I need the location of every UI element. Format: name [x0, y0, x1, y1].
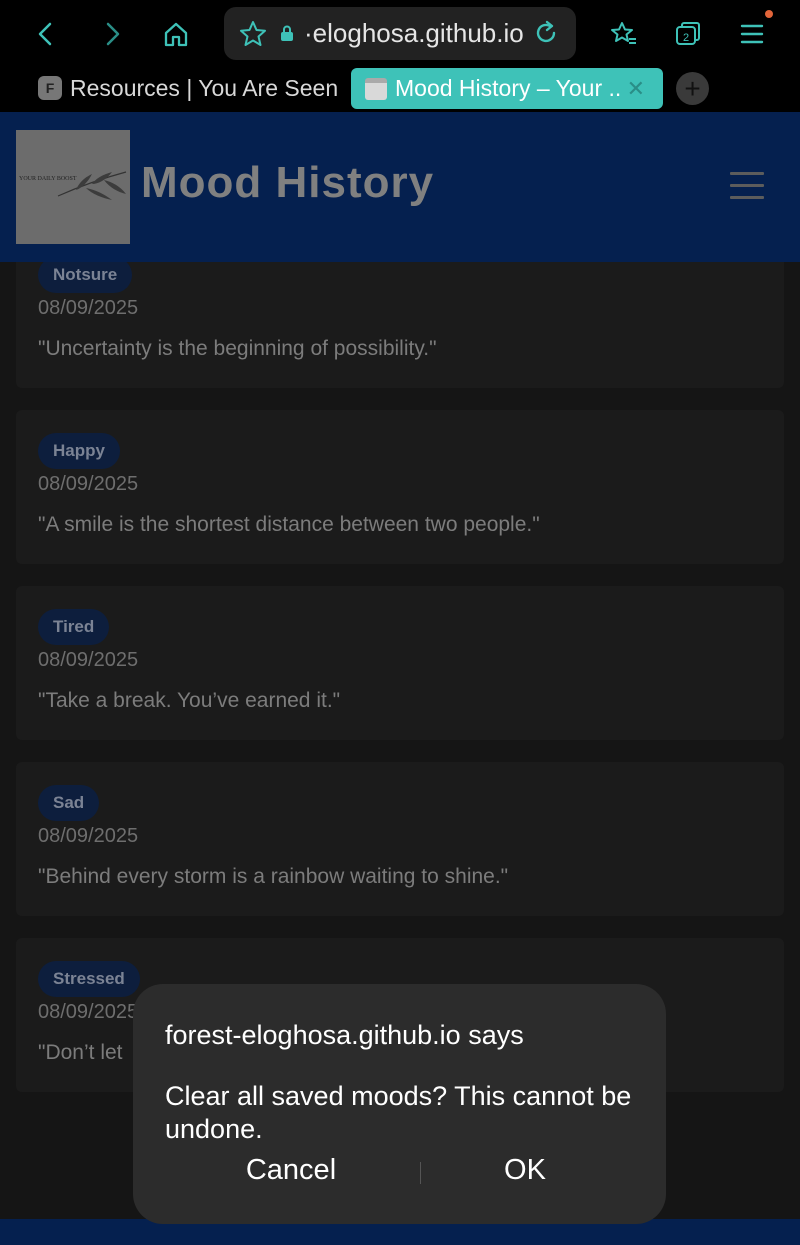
leaf-icon — [57, 171, 127, 200]
mood-card: Sad 08/09/2025 "Behind every storm is a … — [16, 762, 784, 916]
mood-badge: Happy — [38, 433, 120, 469]
button-divider — [420, 1162, 421, 1184]
mood-quote: "Uncertainty is the beginning of possibi… — [38, 337, 437, 360]
dialog-title: forest-eloghosa.github.io says — [165, 1020, 524, 1050]
mood-date: 08/09/2025 — [38, 297, 139, 319]
close-icon[interactable]: ✕ — [627, 76, 645, 102]
mood-badge: Sad — [38, 785, 100, 821]
cancel-button[interactable]: Cancel — [191, 1154, 391, 1187]
tab-label: Resources | You Are Seen — [70, 74, 339, 101]
mood-date: 08/09/2025 — [38, 825, 139, 847]
chevron-left-icon — [38, 22, 52, 46]
site-logo[interactable]: YOUR DAILY BOOST — [16, 130, 130, 244]
home-icon — [164, 22, 188, 47]
mood-date: 08/09/2025 — [38, 649, 139, 671]
url-text[interactable]: ·eloghosa.github.io — [304, 18, 532, 49]
home-button[interactable] — [156, 14, 196, 54]
lock-icon — [281, 25, 293, 41]
dialog-message: Clear all saved moods? This cannot be un… — [165, 1081, 632, 1144]
bookmark-star-icon[interactable] — [238, 19, 268, 49]
mood-quote: "Take a break. You’ve earned it." — [38, 689, 341, 712]
ok-button[interactable]: OK — [425, 1154, 625, 1187]
star-list-icon — [611, 22, 636, 44]
new-tab-button[interactable]: + — [676, 72, 709, 105]
tab-mood-history[interactable]: Mood History – Your ... ✕ — [351, 68, 663, 109]
mood-quote: "A smile is the shortest distance betwee… — [38, 513, 540, 536]
tab-favicon: F — [38, 76, 62, 100]
confirm-dialog: forest-eloghosa.github.io says Clear all… — [133, 984, 666, 1224]
site-header: YOUR DAILY BOOST Mood History — [0, 112, 800, 262]
mood-date: 08/09/2025 — [38, 473, 139, 495]
mood-card: Tired 08/09/2025 "Take a break. You’ve e… — [16, 586, 784, 740]
mood-quote: "Behind every storm is a rainbow waiting… — [38, 865, 509, 888]
menu-icon — [740, 24, 764, 44]
mood-badge: Notsure — [38, 257, 133, 293]
menu-button[interactable] — [732, 14, 772, 54]
mood-quote: "Don’t let — [38, 1041, 123, 1064]
back-button[interactable] — [26, 14, 66, 54]
mood-card: Notsure 08/09/2025 "Uncertainty is the b… — [16, 242, 784, 388]
mood-date: 08/09/2025 — [38, 1001, 139, 1023]
tab-label: Mood History – Your ... — [395, 75, 621, 101]
reload-icon[interactable] — [532, 19, 560, 47]
browser-toolbar: ·eloghosa.github.io 2 — [0, 0, 800, 68]
tabs-icon: 2 — [676, 22, 700, 45]
page-title: Mood History — [141, 158, 435, 207]
mood-badge: Stressed — [38, 961, 140, 997]
tab-count: 2 — [683, 32, 689, 44]
tab-resources[interactable]: F Resources | You Are Seen — [38, 68, 338, 108]
site-menu-button[interactable] — [730, 172, 764, 200]
tab-strip: F Resources | You Are Seen Mood History … — [0, 68, 800, 112]
chevron-right-icon — [106, 22, 120, 46]
hamburger-line — [730, 172, 764, 175]
notification-dot — [765, 10, 773, 18]
address-bar[interactable]: ·eloghosa.github.io — [224, 7, 576, 60]
mood-card: Happy 08/09/2025 "A smile is the shortes… — [16, 410, 784, 564]
page-icon — [365, 77, 387, 100]
hamburger-line — [730, 184, 764, 187]
favorites-button[interactable] — [604, 14, 644, 54]
mood-badge: Tired — [38, 609, 110, 645]
tabs-button[interactable]: 2 — [668, 14, 708, 54]
hamburger-line — [730, 196, 764, 199]
forward-button[interactable] — [92, 14, 132, 54]
